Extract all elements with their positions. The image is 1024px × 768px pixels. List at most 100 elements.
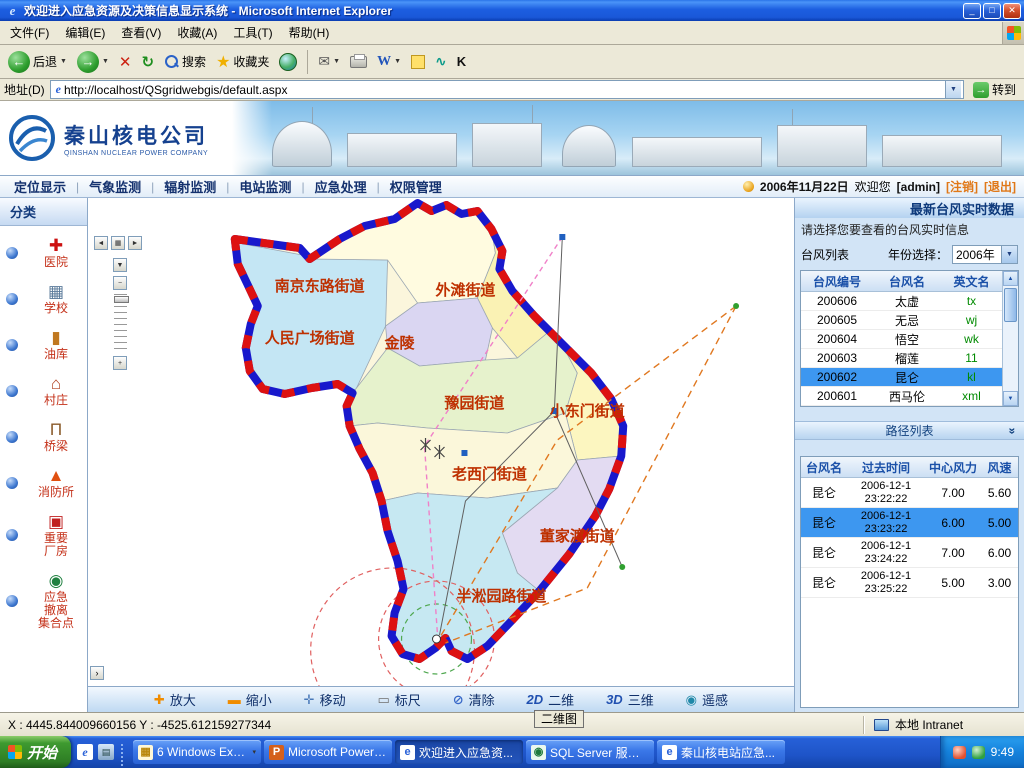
pan-left-button[interactable]: ◄ xyxy=(94,236,108,250)
sidebar-item-village[interactable]: ⌂村庄 xyxy=(0,374,87,407)
menu-item[interactable]: 工具(T) xyxy=(225,21,280,44)
sidebar-item-hospital[interactable]: ✚医院 xyxy=(0,236,87,269)
menu-item[interactable]: 帮助(H) xyxy=(281,21,338,44)
nav-tab-3[interactable]: 辐射监测 xyxy=(154,177,226,196)
full-extent-button[interactable]: ▦ xyxy=(111,236,125,250)
toolbar-separator xyxy=(307,50,308,74)
taskbar-button-icon: e xyxy=(662,745,677,760)
maptool-remote-sensing[interactable]: ◉遥感 xyxy=(686,690,728,709)
typhoon-table-scrollbar[interactable]: ▲ ▼ xyxy=(1002,271,1018,406)
menu-item[interactable]: 收藏(A) xyxy=(169,21,225,44)
maptool-view-3d[interactable]: 3D三维 xyxy=(606,690,654,709)
nav-tab-1[interactable]: 定位显示 xyxy=(4,177,76,196)
scroll-up-icon[interactable]: ▲ xyxy=(1003,271,1018,286)
sidebar-item-school[interactable]: ▦学校 xyxy=(0,282,87,315)
maptool-pan[interactable]: ✛移动 xyxy=(304,690,346,709)
address-dropdown-icon[interactable]: ▼ xyxy=(945,81,961,98)
go-button[interactable]: → 转到 xyxy=(969,80,1020,99)
typhoon-row[interactable]: 200605无忌wj xyxy=(801,311,1002,330)
taskbar-button-3[interactable]: e欢迎进入应急资... xyxy=(395,740,523,764)
history-button[interactable] xyxy=(275,51,301,73)
zoom-out-step-button[interactable]: − xyxy=(113,276,127,290)
close-button[interactable]: ✕ xyxy=(1003,3,1021,19)
print-button[interactable] xyxy=(346,54,371,70)
path-row[interactable]: 昆仑2006-12-1 23:22:227.005.60 xyxy=(801,478,1018,508)
path-col-header: 过去时间 xyxy=(847,457,925,477)
maptool-view-2d[interactable]: 2D二维 xyxy=(527,690,575,709)
edit-dropdown-icon[interactable]: ▼ xyxy=(394,58,401,65)
discuss-button[interactable] xyxy=(407,53,429,71)
sidebar-header[interactable]: 分类 xyxy=(0,198,87,226)
sidebar-item-fire-station[interactable]: ▲消防所 xyxy=(0,466,87,499)
typhoon-row[interactable]: 200603榴莲11 xyxy=(801,349,1002,368)
menu-item[interactable]: 编辑(E) xyxy=(57,21,113,44)
sidebar-item-assembly-point[interactable]: ◉应急 撤离 集合点 xyxy=(0,571,87,630)
quicklaunch-ie-icon[interactable]: e xyxy=(77,744,93,760)
menu-item[interactable]: 文件(F) xyxy=(2,21,57,44)
tray-antivirus-icon[interactable] xyxy=(953,746,966,759)
pan-right-button[interactable]: ► xyxy=(128,236,142,250)
taskbar-button-4[interactable]: ◉SQL Server 服务... xyxy=(526,740,654,764)
nav-tab-5[interactable]: 应急处理 xyxy=(305,177,377,196)
sidebar-item-plant[interactable]: ▣重要 厂房 xyxy=(0,512,87,558)
logout-link[interactable]: [注销] xyxy=(946,178,978,195)
address-input[interactable]: e http://localhost/QSgridwebgis/default.… xyxy=(50,80,964,99)
messenger-button[interactable]: ∿ xyxy=(431,51,451,72)
minimize-button[interactable]: _ xyxy=(963,3,981,19)
mail-button[interactable]: ✉ ▼ xyxy=(314,51,344,72)
sidebar-item-bridge[interactable]: Π桥梁 xyxy=(0,420,87,453)
typhoon-row[interactable]: 200604悟空wk xyxy=(801,330,1002,349)
exit-link[interactable]: [退出] xyxy=(984,178,1016,195)
show-desktop-icon[interactable]: ▤ xyxy=(98,744,114,760)
intranet-icon xyxy=(874,719,889,731)
pan-down-button[interactable]: ▼ xyxy=(113,258,127,272)
maptool-zoom-in[interactable]: ✚放大 xyxy=(154,690,196,709)
address-bar: 地址(D) e http://localhost/QSgridwebgis/de… xyxy=(0,79,1024,101)
nav-tab-6[interactable]: 权限管理 xyxy=(380,177,452,196)
typhoon-row[interactable]: 200601西马伦xml xyxy=(801,387,1002,406)
taskbar-button-2[interactable]: PMicrosoft PowerP... xyxy=(264,740,392,764)
nav-tab-4[interactable]: 电站监测 xyxy=(229,177,301,196)
edit-button[interactable]: W ▼ xyxy=(373,52,405,72)
sidebar-item-oil-depot[interactable]: ▮油库 xyxy=(0,328,87,361)
taskbar-button-5[interactable]: e秦山核电站应急... xyxy=(657,740,785,764)
maximize-button[interactable]: □ xyxy=(983,3,1001,19)
scroll-down-icon[interactable]: ▼ xyxy=(1003,391,1018,406)
map-canvas[interactable]: 南京东路街道外滩街道人民广场街道金陵豫园街道小东门街道老西门街道董家渡街道半淞园… xyxy=(88,198,794,686)
forward-dropdown-icon[interactable]: ▼ xyxy=(102,58,109,65)
taskbar-button-label: 6 Windows Expl... xyxy=(157,745,248,759)
refresh-button[interactable]: ↻ xyxy=(137,51,158,73)
favorites-button[interactable]: ★ 收藏夹 xyxy=(212,50,273,74)
map-viewport[interactable]: 南京东路街道外滩街道人民广场街道金陵豫园街道小东门街道老西门街道董家渡街道半淞园… xyxy=(88,198,794,686)
zoom-in-step-button[interactable]: + xyxy=(113,356,127,370)
typhoon-row[interactable]: 200602昆仑kl xyxy=(801,368,1002,387)
custom-k-button[interactable]: K xyxy=(453,52,470,71)
oil-depot-icon: ▮ xyxy=(51,328,60,348)
start-button[interactable]: 开始 xyxy=(0,736,71,768)
stop-button[interactable]: ✕ xyxy=(115,51,136,73)
back-dropdown-icon[interactable]: ▼ xyxy=(60,58,67,65)
collapse-chevron-icon[interactable]: » xyxy=(1006,428,1020,435)
year-select[interactable]: 2006年 ▼ xyxy=(952,245,1018,264)
zoom-slider[interactable] xyxy=(114,294,127,352)
collapse-sidebar-button[interactable]: › xyxy=(90,666,104,680)
scroll-thumb[interactable] xyxy=(1004,288,1017,322)
back-button[interactable]: ← 后退 ▼ xyxy=(4,49,71,75)
path-list-header[interactable]: 路径列表 » xyxy=(795,421,1024,440)
forward-button[interactable]: → ▼ xyxy=(73,49,113,75)
typhoon-row[interactable]: 200606太虚tx xyxy=(801,292,1002,311)
mail-dropdown-icon[interactable]: ▼ xyxy=(333,58,340,65)
search-button[interactable]: 搜索 xyxy=(160,51,210,72)
maptool-zoom-out[interactable]: ▬缩小 xyxy=(228,690,272,709)
nav-tab-2[interactable]: 气象监测 xyxy=(79,177,151,196)
go-arrow-icon: → xyxy=(973,82,989,98)
typhoon-name: 榴莲 xyxy=(873,350,941,367)
path-row[interactable]: 昆仑2006-12-1 23:23:226.005.00 xyxy=(801,508,1018,538)
menu-item[interactable]: 查看(V) xyxy=(113,21,169,44)
path-row[interactable]: 昆仑2006-12-1 23:24:227.006.00 xyxy=(801,538,1018,568)
tray-network-icon[interactable] xyxy=(972,746,985,759)
maptool-clear[interactable]: ⊘清除 xyxy=(453,690,495,709)
taskbar-button-1[interactable]: ▦6 Windows Expl...▾ xyxy=(133,740,261,764)
path-row[interactable]: 昆仑2006-12-1 23:25:225.003.00 xyxy=(801,568,1018,598)
maptool-ruler[interactable]: ▭标尺 xyxy=(377,690,420,709)
